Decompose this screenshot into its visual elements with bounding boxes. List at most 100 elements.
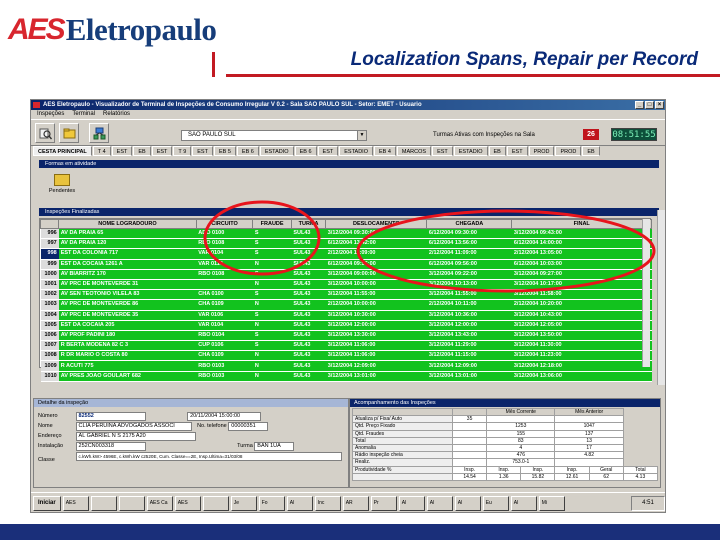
- accomp-row: Qtd. Preço Fixado 1253 1047: [352, 422, 658, 431]
- tab-11[interactable]: EST: [317, 146, 339, 156]
- grid-header-cell[interactable]: TURMA: [290, 219, 327, 229]
- menu-inspecoes[interactable]: Inspeções: [37, 110, 64, 119]
- grid-header-cell[interactable]: FINAL: [511, 219, 652, 229]
- tab-13[interactable]: EB 4: [373, 146, 396, 156]
- table-cell: 1003: [40, 299, 59, 311]
- taskbar-item[interactable]: Al: [510, 495, 537, 511]
- numero-field[interactable]: 82552: [75, 412, 146, 421]
- taskbar-item[interactable]: Al: [454, 495, 481, 511]
- taskbar-item[interactable]: [118, 495, 145, 511]
- taskbar-item[interactable]: Pr: [370, 495, 397, 511]
- tab-8[interactable]: EB 6: [236, 146, 259, 156]
- close-button[interactable]: ×: [655, 101, 664, 109]
- table-row[interactable]: 1005 EST DA COCAIA 205 VAR 0104 N SUL43 3/12/…: [40, 320, 652, 331]
- taskbar-item[interactable]: AR: [342, 495, 369, 511]
- tab-15[interactable]: EST: [432, 146, 453, 156]
- grid-header-cell[interactable]: NOME LOGRADOURO: [58, 219, 197, 229]
- grid-header-cell[interactable]: CHEGADA: [426, 219, 513, 229]
- table-row[interactable]: 1008 R DR MARIO O COSTA 80 CHA 0109 N SUL43 3…: [40, 350, 652, 362]
- toolbar-search-button[interactable]: [35, 123, 55, 143]
- taskbar-item[interactable]: [90, 495, 117, 511]
- table-row[interactable]: 999 EST DA COCAIA 1261 A VAR 0110 N SUL43 6/1…: [40, 259, 652, 270]
- taskbar-item[interactable]: Mi: [538, 495, 565, 511]
- nome-field[interactable]: CLIA PERUINA ADVOGADOS ASSOCI: [75, 422, 192, 431]
- tab-0[interactable]: CESTA PRINCIPAL: [33, 146, 92, 156]
- grid-scrollbar[interactable]: [642, 219, 650, 367]
- sala-select[interactable]: SAO PAULO SUL ▼: [181, 130, 367, 141]
- toolbar-folder-button[interactable]: [59, 123, 79, 143]
- telefone-label: No. telefone: [197, 423, 227, 429]
- table-cell: CHA 0109: [196, 350, 253, 362]
- accomp-cell: Produtividade %: [352, 465, 453, 474]
- accomp-cell: 12.61: [554, 472, 590, 481]
- taskbar-item[interactable]: Al: [286, 495, 313, 511]
- start-button[interactable]: Iniciar: [33, 495, 61, 511]
- endereco-row: Endereço AL GABRIEL N S 2175 A20: [38, 432, 196, 441]
- table-cell: ADO 0100: [196, 228, 253, 240]
- taskbar-item[interactable]: Eu: [482, 495, 509, 511]
- table-cell: 3/12/2004 10:36:00: [426, 310, 512, 321]
- menu-relatorios[interactable]: Relatórios: [103, 110, 130, 119]
- tab-7[interactable]: EB 5: [213, 146, 236, 156]
- table-cell: 6/12/2004 13:56:00: [426, 238, 512, 250]
- table-row[interactable]: 997 AV DA PRAIA 120 RBO 0108 S SUL43 6/12/200…: [40, 238, 652, 250]
- taskbar-item[interactable]: Fo: [258, 495, 285, 511]
- tab-1[interactable]: T 4: [92, 146, 111, 156]
- taskbar-item[interactable]: Al: [398, 495, 425, 511]
- taskbar-item[interactable]: AES: [174, 495, 201, 511]
- menu-terminal[interactable]: Terminal: [72, 110, 95, 119]
- taskbar-item[interactable]: Al: [426, 495, 453, 511]
- tab-19[interactable]: PROD: [528, 146, 555, 156]
- table-row[interactable]: 1004 AV PRC DE MONTEVERDE 35 VAR 0106 S SUL4…: [40, 310, 652, 321]
- taskbar-item[interactable]: [202, 495, 229, 511]
- tab-6[interactable]: EST: [192, 146, 213, 156]
- minimize-button[interactable]: _: [635, 101, 644, 109]
- tab-5[interactable]: T 9: [173, 146, 192, 156]
- grid-header-cell[interactable]: CIRCUITO: [195, 219, 254, 229]
- chevron-down-icon[interactable]: ▼: [357, 131, 366, 140]
- accomp-cell: 62: [588, 472, 624, 481]
- tab-9[interactable]: ESTADIO: [259, 146, 294, 156]
- table-row[interactable]: 1006 AV PROF PADINI 180 RBO 0104 S SUL43 3/12…: [40, 330, 652, 342]
- taskbar-item[interactable]: Inc: [314, 495, 341, 511]
- taskbar-item[interactable]: Je: [230, 495, 257, 511]
- tab-3[interactable]: EB: [133, 146, 151, 156]
- table-row[interactable]: 1009 R ACUTI 775 RBO 0103 N SUL43 3/12/2004 1…: [40, 360, 652, 372]
- tab-17[interactable]: EB: [488, 146, 506, 156]
- table-row[interactable]: 998 EST DA COLONIA 717 VAR 0104 S SUL43 2/12/…: [40, 248, 652, 260]
- window-scrollbar[interactable]: [657, 210, 665, 385]
- telefone-field[interactable]: 00000351: [228, 422, 269, 431]
- accomp-cell: 753.0-1: [486, 458, 556, 467]
- tab-20[interactable]: PROD: [555, 146, 582, 156]
- table-row[interactable]: 1002 AV SEN TEOTONIO VILELA 83 CHA 0100 S SU…: [40, 289, 652, 301]
- table-row[interactable]: 1007 R BERTA MODENA 82 C 3 CUP 0106 S SUL43 3…: [40, 340, 652, 352]
- maximize-button[interactable]: □: [645, 101, 654, 109]
- tab-10[interactable]: EB 6: [294, 146, 317, 156]
- taskbar-item[interactable]: AES: [62, 495, 89, 511]
- tab-21[interactable]: EB: [582, 146, 600, 156]
- tab-4[interactable]: EST: [151, 146, 173, 156]
- taskbar-item[interactable]: AES Ca: [146, 495, 173, 511]
- pendentes-button[interactable]: Pendentes: [45, 172, 79, 202]
- classe-field[interactable]: c.kWh.kW> 4596E, c.kWh.kW c2520E, Cum. C…: [75, 452, 342, 461]
- tab-18[interactable]: EST: [506, 146, 528, 156]
- table-row[interactable]: 1001 AV PRC DE MONTEVERDE 31 N SUL43 3/12/20…: [40, 279, 652, 291]
- tab-14[interactable]: MARCOS: [396, 146, 432, 156]
- endereco-field[interactable]: AL GABRIEL N S 2175 A20: [75, 432, 196, 441]
- toolbar-network-button[interactable]: [89, 123, 109, 143]
- grid-header-cell[interactable]: DESLOCAMENTO: [325, 219, 428, 229]
- table-row[interactable]: 1010 AV PRES JOAO GOULART 682 RBO 0103 N SUL…: [40, 371, 652, 382]
- tab-12[interactable]: ESTADIO: [339, 146, 373, 156]
- tab-2[interactable]: EST: [111, 146, 133, 156]
- turma-field[interactable]: BAN 1UA: [254, 442, 295, 451]
- table-row[interactable]: 996 AV DA PRAIA 65 ADO 0100 S SUL43 3/12/2004…: [40, 228, 652, 240]
- table-row[interactable]: 1003 AV PRC DE MONTEVERDE 86 CHA 0109 N SUL4…: [40, 299, 652, 311]
- data-field[interactable]: 20/11/2004 15:00:00: [187, 412, 262, 421]
- instalacao-field[interactable]: 252CN003318: [75, 442, 146, 451]
- table-row[interactable]: 1000 AV BIARRITZ 170 RBO 0108 S SUL43 3/12/20…: [40, 269, 652, 280]
- grid-header-cell[interactable]: [39, 219, 60, 229]
- accomp-header-cell: [451, 407, 488, 417]
- grid-header-cell[interactable]: FRAUDE: [252, 219, 292, 229]
- tab-16[interactable]: ESTADIO: [453, 146, 488, 156]
- accomp-cell: Anomalia: [352, 443, 453, 453]
